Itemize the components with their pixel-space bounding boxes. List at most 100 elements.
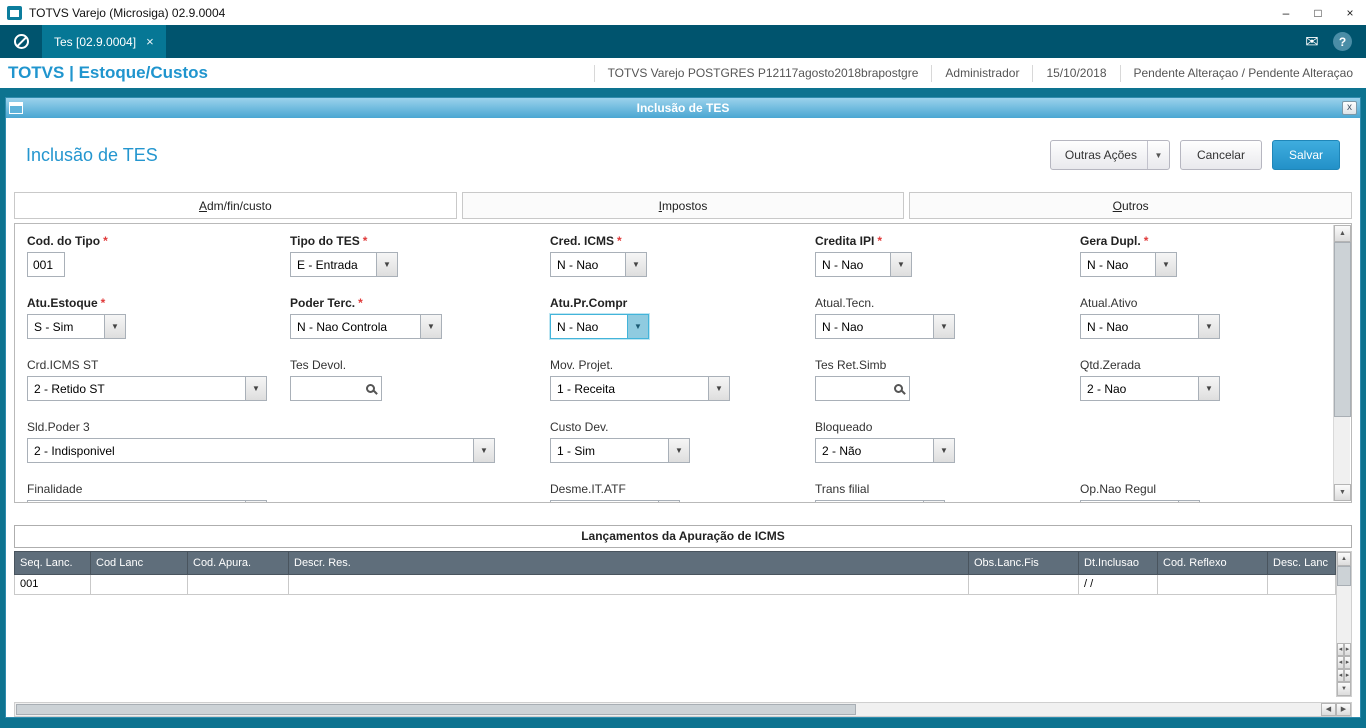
tab-tes[interactable]: Tes [02.9.0004] × [42, 25, 166, 58]
chevron-down-icon[interactable]: ▼ [245, 377, 266, 400]
finalidade-select[interactable]: ▼ [27, 500, 267, 502]
cell-seq-lanc[interactable]: 001 [14, 575, 91, 595]
cell-obs-lanc-fis[interactable] [969, 575, 1079, 595]
atual-tecn-select[interactable]: N - Nao ▼ [815, 314, 955, 339]
sld-poder3-select[interactable]: 2 - Indisponivel ▼ [27, 438, 495, 463]
horizontal-scrollbar[interactable]: ◀ ▶ [14, 702, 1352, 717]
column-cod-lanc[interactable]: Cod Lanc [91, 551, 188, 575]
grid-scrollbar-thumb[interactable] [1337, 566, 1351, 586]
atu-pr-compr-select[interactable]: N - Nao ▼ [550, 314, 649, 339]
poder-terc-select[interactable]: N - Nao Controla ▼ [290, 314, 442, 339]
chevron-down-icon[interactable]: ▼ [933, 315, 954, 338]
qtd-zerada-select[interactable]: 2 - Nao ▼ [1080, 376, 1220, 401]
mov-projet-select[interactable]: 1 - Receita ▼ [550, 376, 730, 401]
tipo-tes-select[interactable]: E - Entrada ▼ [290, 252, 398, 277]
blocked-icon[interactable] [0, 34, 42, 49]
column-seq-lanc[interactable]: Seq. Lanc. [14, 551, 91, 575]
dialog-titlebar[interactable]: Inclusão de TES x [6, 98, 1360, 118]
close-button[interactable]: × [1334, 0, 1366, 25]
tab-adm-fin-custo[interactable]: Adm/fin/custo [14, 192, 457, 219]
chevron-down-icon[interactable]: ▼ [420, 315, 441, 338]
chevron-down-icon[interactable]: ▼ [245, 501, 266, 502]
search-icon[interactable] [359, 377, 381, 400]
chevron-down-icon[interactable]: ▼ [1178, 501, 1199, 502]
chevron-down-icon[interactable]: ▼ [923, 501, 944, 502]
scroll-left-icon[interactable]: ◂ [1337, 656, 1344, 669]
trans-filial-select[interactable]: ▼ [815, 500, 945, 502]
cell-cod-reflexo[interactable] [1158, 575, 1268, 595]
tes-ret-simb-lookup[interactable] [815, 376, 910, 401]
scroll-down-icon[interactable]: ▼ [1334, 484, 1351, 501]
crd-icms-st-select[interactable]: 2 - Retido ST ▼ [27, 376, 267, 401]
chevron-down-icon[interactable]: ▼ [376, 253, 397, 276]
column-cod-apura[interactable]: Cod. Apura. [188, 551, 289, 575]
cred-icms-select[interactable]: N - Nao ▼ [550, 252, 647, 277]
chevron-down-icon[interactable]: ▼ [658, 501, 679, 502]
other-actions-button[interactable]: Outras Ações ▼ [1049, 140, 1170, 170]
column-dt-inclusao[interactable]: Dt.Inclusao [1079, 551, 1158, 575]
tes-ret-simb-input[interactable] [816, 377, 887, 400]
chevron-down-icon[interactable]: ▼ [890, 253, 911, 276]
record-nav-buttons[interactable]: ◂ ▸ [1337, 669, 1351, 682]
scroll-left-icon[interactable]: ◀ [1321, 703, 1336, 716]
tab-close-icon[interactable]: × [146, 34, 154, 49]
chevron-down-icon[interactable]: ▼ [627, 315, 648, 338]
scroll-right-icon[interactable]: ▶ [1336, 703, 1351, 716]
grid-scrollbar-track[interactable] [1337, 586, 1351, 643]
chevron-down-icon[interactable]: ▼ [1146, 141, 1169, 169]
chevron-down-icon[interactable]: ▼ [933, 439, 954, 462]
chevron-down-icon[interactable]: ▼ [625, 253, 646, 276]
atu-estoque-select[interactable]: S - Sim ▼ [27, 314, 126, 339]
cod-tipo-input[interactable] [27, 252, 65, 277]
op-nao-regul-select[interactable]: ▼ [1080, 500, 1200, 502]
tab-impostos[interactable]: Impostos [461, 192, 905, 219]
cell-descr-res[interactable] [289, 575, 969, 595]
grid-row-1[interactable]: 001 / / [14, 575, 1336, 595]
help-icon[interactable]: ? [1333, 32, 1352, 51]
tes-devol-input[interactable] [291, 377, 359, 400]
cancel-button[interactable]: Cancelar [1179, 140, 1262, 170]
tab-outros[interactable]: Outros [909, 192, 1353, 219]
horizontal-scrollbar-thumb[interactable] [16, 704, 856, 715]
scroll-down-icon[interactable]: ▼ [1337, 682, 1351, 696]
record-nav-buttons[interactable]: ◂ ▸ [1337, 656, 1351, 669]
maximize-button[interactable]: □ [1302, 0, 1334, 25]
scroll-left-icon[interactable]: ◂ [1337, 643, 1344, 656]
minimize-button[interactable]: – [1270, 0, 1302, 25]
chevron-down-icon[interactable]: ▼ [1198, 377, 1219, 400]
chevron-down-icon[interactable]: ▼ [104, 315, 125, 338]
scroll-right-icon[interactable]: ▸ [1344, 669, 1351, 682]
bloqueado-select[interactable]: 2 - Não ▼ [815, 438, 955, 463]
search-icon[interactable] [887, 377, 909, 400]
column-descr-res[interactable]: Descr. Res. [289, 551, 969, 575]
chevron-down-icon[interactable]: ▼ [473, 439, 494, 462]
mail-icon[interactable]: ✉ [1291, 32, 1333, 52]
cell-desc-lanc[interactable] [1268, 575, 1336, 595]
record-nav-buttons[interactable]: ◂ ▸ [1337, 643, 1351, 656]
grid-scrollbar[interactable]: ▲ ◂ ▸ ◂ ▸ ◂ ▸ ▼ [1336, 551, 1352, 697]
scroll-left-icon[interactable]: ◂ [1337, 669, 1344, 682]
cell-dt-inclusao[interactable]: / / [1079, 575, 1158, 595]
chevron-down-icon[interactable]: ▼ [668, 439, 689, 462]
scroll-up-icon[interactable]: ▲ [1334, 225, 1351, 242]
column-cod-reflexo[interactable]: Cod. Reflexo [1158, 551, 1268, 575]
credita-ipi-select[interactable]: N - Nao ▼ [815, 252, 912, 277]
form-scrollbar-thumb[interactable] [1334, 242, 1351, 417]
dialog-close-button[interactable]: x [1342, 101, 1357, 115]
save-button[interactable]: Salvar [1271, 140, 1340, 170]
cell-cod-lanc[interactable] [91, 575, 188, 595]
atual-ativo-select[interactable]: N - Nao ▼ [1080, 314, 1220, 339]
chevron-down-icon[interactable]: ▼ [1198, 315, 1219, 338]
chevron-down-icon[interactable]: ▼ [1155, 253, 1176, 276]
form-scrollbar[interactable]: ▲ ▼ [1333, 225, 1351, 501]
cell-cod-apura[interactable] [188, 575, 289, 595]
gera-dupl-select[interactable]: N - Nao ▼ [1080, 252, 1177, 277]
scroll-right-icon[interactable]: ▸ [1344, 643, 1351, 656]
column-desc-lanc[interactable]: Desc. Lanc [1268, 551, 1336, 575]
chevron-down-icon[interactable]: ▼ [708, 377, 729, 400]
desme-it-atf-select[interactable]: ▼ [550, 500, 680, 502]
column-obs-lanc-fis[interactable]: Obs.Lanc.Fis [969, 551, 1079, 575]
custo-dev-select[interactable]: 1 - Sim ▼ [550, 438, 690, 463]
scroll-right-icon[interactable]: ▸ [1344, 656, 1351, 669]
tes-devol-lookup[interactable] [290, 376, 382, 401]
